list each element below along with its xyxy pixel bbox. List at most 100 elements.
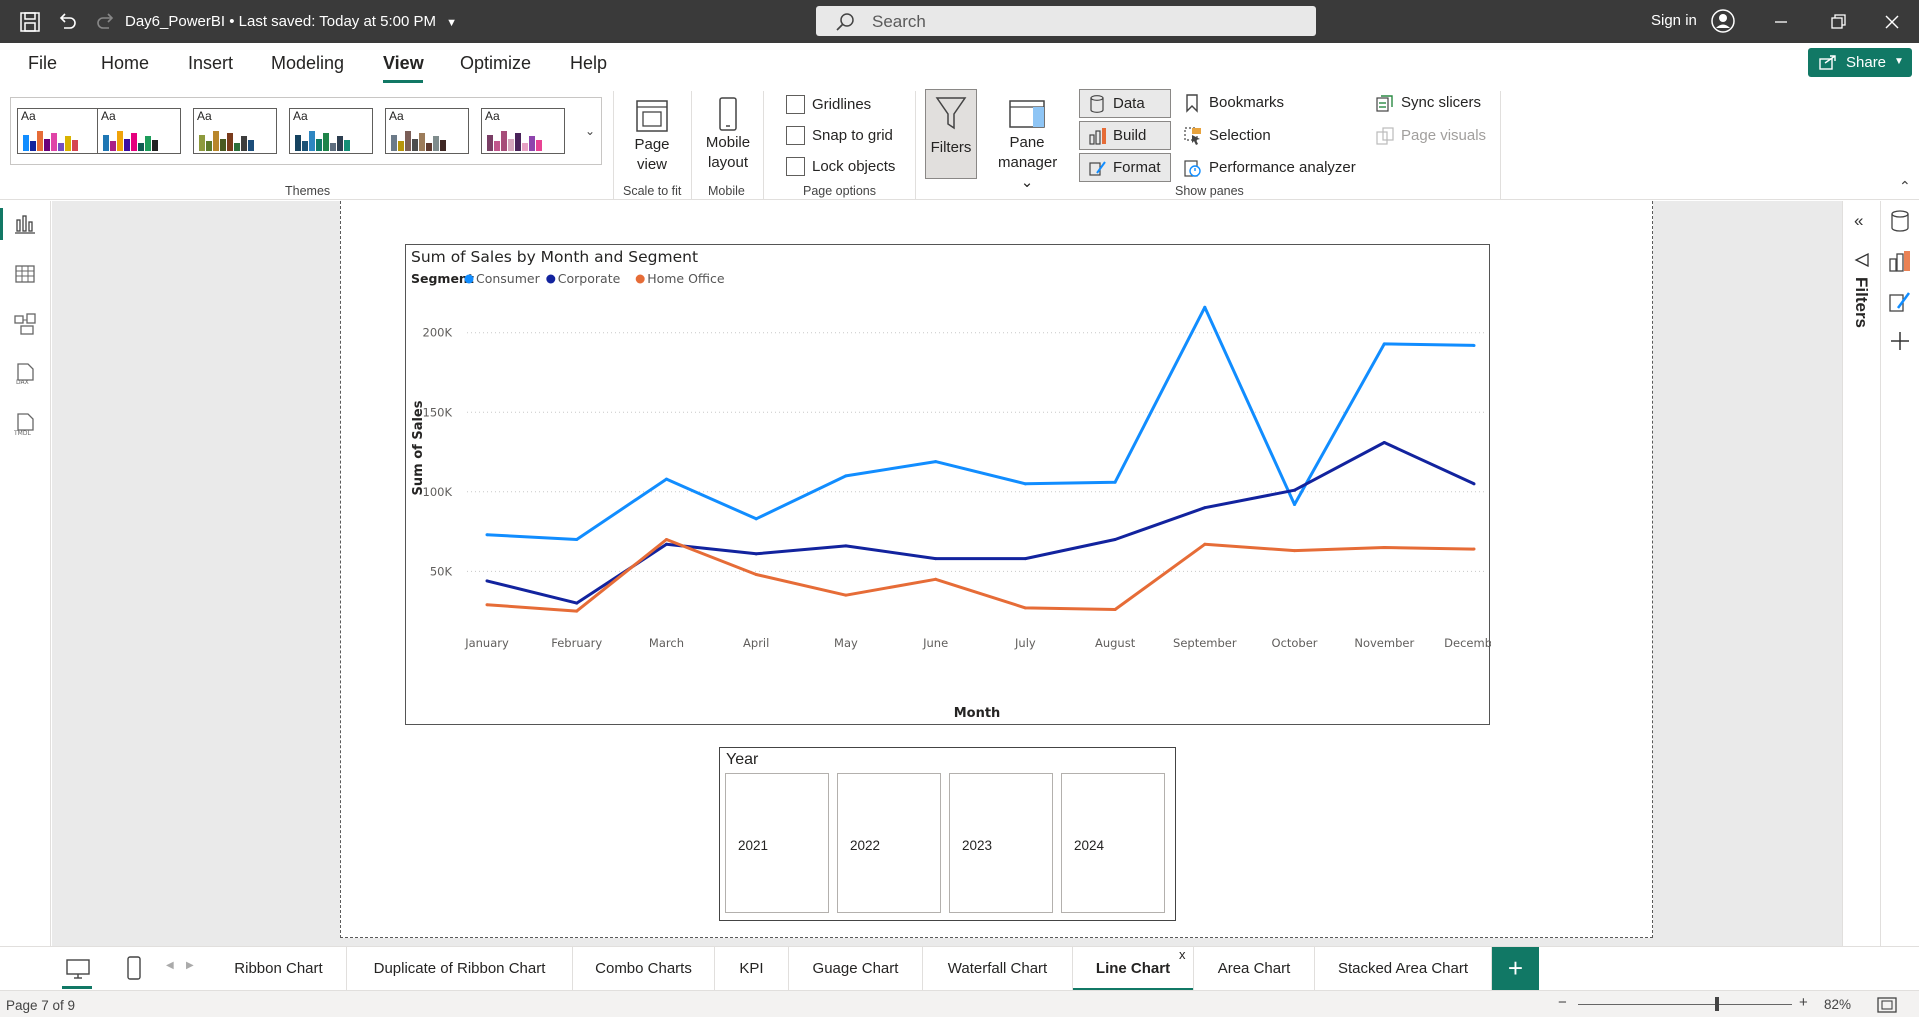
series-line[interactable] — [486, 538, 1475, 613]
sign-in-link[interactable]: Sign in — [1651, 12, 1697, 29]
save-icon[interactable] — [18, 10, 42, 34]
tabs-scroll-right-icon[interactable]: ▶ — [186, 960, 194, 971]
menu-insert[interactable]: Insert — [188, 53, 233, 74]
tab-line-chart[interactable]: Line Chart — [1073, 947, 1194, 991]
expand-pane-icon[interactable]: « — [1854, 211, 1863, 231]
year-slicer[interactable]: Year 2021 2022 2023 2024 — [719, 747, 1176, 921]
tab-waterfall-chart[interactable]: Waterfall Chart — [923, 947, 1073, 991]
data-point[interactable] — [1023, 482, 1027, 486]
data-pane-icon[interactable] — [1888, 209, 1912, 233]
document-title[interactable]: Day6_PowerBI • Last saved: Today at 5:00… — [125, 13, 457, 30]
tab-ribbon-chart[interactable]: Ribbon Chart — [211, 947, 347, 991]
slicer-tile[interactable]: 2021 — [725, 773, 829, 913]
data-point[interactable] — [485, 603, 489, 607]
filters-pane-button[interactable]: Filters — [925, 89, 977, 179]
tab-duplicate-of-ribbon-chart[interactable]: Duplicate of Ribbon Chart — [347, 947, 573, 991]
bookmarks-pane-button[interactable]: Bookmarks — [1183, 93, 1303, 115]
zoom-slider-thumb[interactable] — [1715, 997, 1719, 1011]
slicer-tile[interactable]: 2024 — [1061, 773, 1165, 913]
data-point[interactable] — [485, 533, 489, 537]
zoom-out-icon[interactable]: − — [1558, 994, 1567, 1011]
theme-option[interactable]: Aa — [385, 108, 469, 154]
data-point[interactable] — [664, 477, 668, 481]
menu-optimize[interactable]: Optimize — [460, 53, 531, 74]
data-point[interactable] — [1293, 488, 1297, 492]
data-point[interactable] — [844, 544, 848, 548]
data-point[interactable] — [1472, 343, 1476, 347]
format-pane-icon[interactable] — [1888, 289, 1912, 313]
redo-icon[interactable] — [94, 10, 118, 34]
data-point[interactable] — [1113, 608, 1117, 612]
checkbox-box[interactable] — [786, 95, 805, 114]
data-point[interactable] — [934, 577, 938, 581]
collapse-ribbon-icon[interactable]: ⌃ — [1899, 178, 1911, 195]
data-point[interactable] — [1382, 440, 1386, 444]
data-point[interactable] — [1382, 545, 1386, 549]
sync-slicers-button[interactable]: Sync slicers — [1375, 93, 1505, 115]
filters-pane-collapsed[interactable]: « Filters — [1842, 201, 1880, 946]
data-point[interactable] — [1203, 506, 1207, 510]
tab-area-chart[interactable]: Area Chart — [1194, 947, 1315, 991]
table-view-icon[interactable] — [13, 262, 37, 286]
data-point[interactable] — [575, 609, 579, 613]
add-page-button[interactable]: + — [1492, 947, 1539, 991]
data-point[interactable] — [844, 593, 848, 597]
data-point[interactable] — [1023, 606, 1027, 610]
tab-combo-charts[interactable]: Combo Charts — [573, 947, 715, 991]
tabs-scroll-left-icon[interactable]: ◀ — [166, 960, 174, 971]
build-pane-icon[interactable] — [1888, 249, 1912, 273]
search-box[interactable]: Search — [816, 6, 1316, 36]
series-line[interactable] — [486, 305, 1475, 541]
restore-icon[interactable] — [1826, 10, 1850, 34]
chart-legend[interactable]: Segment Consumer Corporate Home Office — [411, 271, 725, 286]
data-point[interactable] — [934, 460, 938, 464]
data-point[interactable] — [575, 601, 579, 605]
tab-guage-chart[interactable]: Guage Chart — [789, 947, 923, 991]
data-point[interactable] — [1023, 557, 1027, 561]
slicer-tile[interactable]: 2022 — [837, 773, 941, 913]
zoom-level[interactable]: 82% — [1824, 997, 1851, 1012]
minimize-icon[interactable] — [1769, 10, 1793, 34]
report-view-icon[interactable] — [13, 212, 37, 236]
model-view-icon[interactable] — [13, 312, 37, 336]
build-pane-button[interactable]: Build — [1079, 121, 1171, 150]
fit-to-page-icon[interactable] — [1876, 996, 1898, 1014]
data-point[interactable] — [934, 557, 938, 561]
close-icon[interactable] — [1880, 10, 1904, 34]
data-point[interactable] — [1113, 538, 1117, 542]
data-point[interactable] — [664, 542, 668, 546]
pane-manager-button[interactable]: Pane manager ⌄ — [998, 95, 1057, 193]
data-point[interactable] — [754, 517, 758, 521]
zoom-in-icon[interactable]: + — [1799, 994, 1808, 1011]
data-point[interactable] — [844, 474, 848, 478]
snap-to-grid-checkbox[interactable]: Snap to grid — [786, 126, 893, 145]
desktop-layout-icon[interactable] — [64, 957, 92, 981]
data-point[interactable] — [485, 579, 489, 583]
add-pane-icon[interactable] — [1888, 329, 1912, 353]
menu-view[interactable]: View — [383, 53, 424, 74]
data-point[interactable] — [664, 538, 668, 542]
data-pane-button[interactable]: Data — [1079, 89, 1171, 118]
menu-home[interactable]: Home — [101, 53, 149, 74]
data-point[interactable] — [1203, 305, 1207, 309]
format-pane-button[interactable]: Format — [1079, 153, 1171, 182]
menu-file[interactable]: File — [28, 53, 57, 74]
data-point[interactable] — [1472, 547, 1476, 551]
data-point[interactable] — [754, 573, 758, 577]
tmdl-view-icon[interactable]: TMDL — [13, 412, 37, 436]
checkbox-box[interactable] — [786, 157, 805, 176]
data-point[interactable] — [1293, 549, 1297, 553]
series-line[interactable] — [486, 441, 1475, 605]
dax-query-view-icon[interactable]: DAX — [13, 362, 37, 386]
legend-entry[interactable]: Home Office — [647, 271, 725, 286]
account-icon[interactable] — [1711, 9, 1735, 33]
close-tab-icon[interactable]: x — [1179, 947, 1186, 962]
data-point[interactable] — [575, 538, 579, 542]
line-chart-visual[interactable]: Sum of Sales by Month and Segment Segmen… — [405, 244, 1491, 725]
legend-entry[interactable]: Corporate — [558, 271, 621, 286]
theme-option[interactable]: Aa — [193, 108, 277, 154]
mobile-layout-button[interactable]: Mobile layout — [700, 95, 756, 173]
menu-modeling[interactable]: Modeling — [271, 53, 344, 74]
gridlines-checkbox[interactable]: Gridlines — [786, 95, 871, 114]
theme-option[interactable]: Aa — [97, 108, 181, 154]
